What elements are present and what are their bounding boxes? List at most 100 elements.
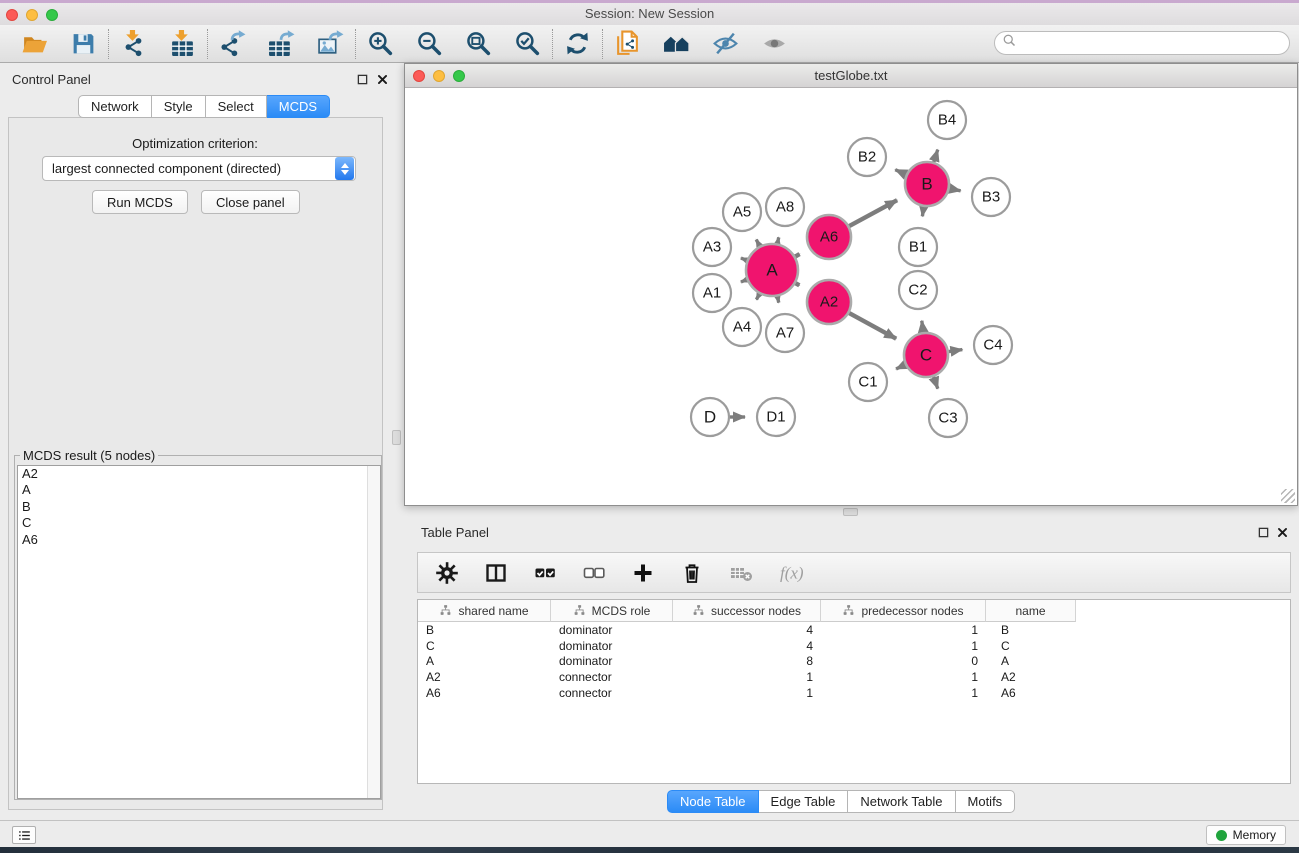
import-table-icon[interactable] [169,30,196,57]
graph-edge-C-C2[interactable] [922,321,923,332]
memory-button[interactable]: Memory [1206,825,1286,845]
toolbar-group [208,30,355,57]
graph-edge-A-A8[interactable] [777,237,778,243]
table-row[interactable]: A2connector11A2 [418,669,1290,685]
refresh-layout-icon[interactable] [564,30,591,57]
criterion-dropdown[interactable]: largest connected component (directed) [42,156,356,181]
graph-edge-A-A6[interactable] [795,254,799,256]
save-session-icon[interactable] [70,30,97,57]
zoom-window-light[interactable] [46,9,58,21]
graph-edge-C-C3[interactable] [934,377,938,389]
table-cell: 4 [673,639,821,653]
minimize-window-light[interactable] [26,9,38,21]
graph-node-label-C2: C2 [908,282,927,299]
preview-eye-disabled-icon[interactable] [761,30,788,57]
column-header-MCDS-role[interactable]: MCDS role [551,600,673,622]
graph-edge-A-A1[interactable] [741,280,747,282]
search-field[interactable] [994,31,1290,55]
zoom-out-icon[interactable] [416,30,443,57]
close-network-light[interactable] [413,70,425,82]
export-network-icon[interactable] [219,30,246,57]
select-all-checkboxes-icon[interactable] [533,561,557,585]
graph-edge-C-C1[interactable] [896,365,905,369]
export-image-icon[interactable] [317,30,344,57]
table-cell: 1 [673,670,821,684]
function-builder-icon: f(x) [778,561,818,585]
export-table-icon[interactable] [268,30,295,57]
create-column-icon[interactable] [631,561,655,585]
table-row[interactable]: Adominator80A [418,654,1290,670]
graph-edge-B-B4[interactable] [934,150,938,162]
column-header-shared-name[interactable]: shared name [418,600,551,622]
graph-node-label-A2: A2 [820,294,838,311]
table-row[interactable]: Bdominator41B [418,622,1290,638]
tab-edge-table[interactable]: Edge Table [759,790,849,813]
mcds-result-item[interactable]: A6 [18,532,380,548]
column-header-name[interactable]: name [986,600,1076,622]
result-scrollbar[interactable] [367,466,380,798]
mcds-result-item[interactable]: A2 [18,466,380,482]
graph-edge-A6-B[interactable] [849,200,897,226]
new-network-file-icon[interactable] [614,30,641,57]
graph-edge-A-A5[interactable] [756,240,759,246]
show-panels-home-icon[interactable] [663,30,690,57]
settings-gear-icon[interactable] [435,561,459,585]
hide-graphics-details-icon[interactable] [712,30,739,57]
column-tree-icon [573,604,586,617]
column-header-predecessor-nodes[interactable]: predecessor nodes [821,600,986,622]
open-session-icon[interactable] [21,30,48,57]
mcds-result-list[interactable]: A2ABCA6 [17,465,381,799]
tab-select[interactable]: Select [206,95,267,118]
network-traffic-lights [413,70,465,82]
run-mcds-button[interactable]: Run MCDS [92,190,188,214]
table-row[interactable]: A6connector11A6 [418,685,1290,701]
mcds-result-item[interactable]: B [18,499,380,515]
zoom-network-light[interactable] [453,70,465,82]
column-header-successor-nodes[interactable]: successor nodes [673,600,821,622]
network-window-titlebar[interactable]: testGlobe.txt [405,64,1297,88]
mcds-result-item[interactable]: A [18,482,380,498]
float-panel-icon[interactable] [356,73,369,86]
search-input[interactable] [1017,34,1289,52]
tab-style[interactable]: Style [152,95,206,118]
import-network-icon[interactable] [120,30,147,57]
table-row[interactable]: Cdominator41C [418,638,1290,654]
graph-edge-B-B1[interactable] [922,207,923,217]
close-window-light[interactable] [6,9,18,21]
close-panel-button[interactable]: Close panel [201,190,300,214]
graph-node-label-A1: A1 [703,285,721,302]
graph-node-label-C3: C3 [938,410,957,427]
horizontal-splitter-grip[interactable] [843,508,858,516]
mcds-result-item[interactable]: C [18,515,380,531]
graph-edge-C-C4[interactable] [949,350,963,352]
tab-mcds[interactable]: MCDS [267,95,330,118]
close-table-panel-icon[interactable] [1276,526,1289,539]
network-canvas[interactable]: AA1A3A5A8A4A7A6A2BB1B2B3B4CC1C2C3C4DD1 [406,88,1297,505]
graph-edge-A-A4[interactable] [756,294,759,300]
desktop-wallpaper-bottom [0,847,1299,853]
graph-edge-A2-C[interactable] [849,313,896,339]
main-titlebar: Session: New Session [0,3,1299,25]
deselect-all-checkboxes-icon[interactable] [582,561,606,585]
graph-node-label-C4: C4 [983,337,1002,354]
graph-edge-A-A3[interactable] [741,258,747,260]
vertical-splitter-grip[interactable] [392,430,401,445]
tab-motifs[interactable]: Motifs [956,790,1016,813]
tab-node-table[interactable]: Node Table [667,790,759,813]
tab-network[interactable]: Network [78,95,152,118]
graph-edge-B-B2[interactable] [895,170,906,175]
float-table-panel-icon[interactable] [1257,526,1270,539]
zoom-in-icon[interactable] [367,30,394,57]
close-panel-icon[interactable] [376,73,389,86]
minimize-network-light[interactable] [433,70,445,82]
window-resize-grip-icon[interactable] [1281,489,1295,503]
graph-edge-A-A2[interactable] [796,283,800,285]
zoom-fit-icon[interactable] [465,30,492,57]
delete-columns-icon[interactable] [680,561,704,585]
task-history-button[interactable] [12,826,36,844]
split-columns-icon[interactable] [484,561,508,585]
graph-edge-B-B3[interactable] [950,189,961,191]
tab-network-table[interactable]: Network Table [848,790,955,813]
zoom-selected-icon[interactable] [514,30,541,57]
graph-edge-A-A7[interactable] [777,296,778,302]
